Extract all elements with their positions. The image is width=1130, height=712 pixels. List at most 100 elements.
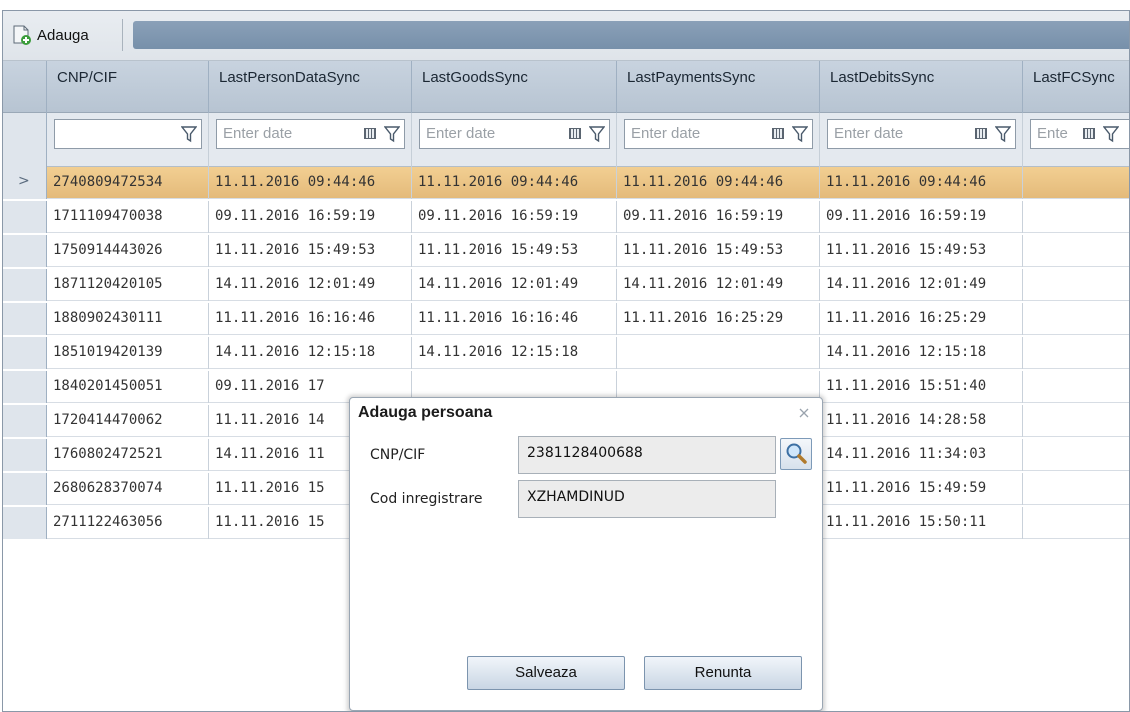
table-cell[interactable]: 09.11.2016 16:59:19 [820, 201, 1023, 233]
row-selector[interactable] [3, 439, 47, 471]
table-cell[interactable]: 11.11.2016 16:25:29 [617, 303, 820, 335]
table-cell[interactable]: 2711122463056 [47, 507, 209, 539]
date-filter-input[interactable]: Enter date [624, 119, 813, 149]
table-cell[interactable]: 11.11.2016 16:16:46 [412, 303, 617, 335]
table-cell[interactable]: 09.11.2016 16:59:19 [412, 201, 617, 233]
table-row[interactable]: 1750914443026 11.11.2016 15:49:53 11.11.20… [3, 235, 1129, 267]
table-cell[interactable]: 11.11.2016 16:25:29 [820, 303, 1023, 335]
table-cell[interactable]: 11.11.2016 09:44:46 [412, 167, 617, 199]
table-cell[interactable]: 11.11.2016 15:49:53 [209, 235, 412, 267]
table-cell[interactable] [1023, 337, 1129, 369]
filter-icon[interactable] [1103, 125, 1119, 143]
row-selector[interactable] [3, 337, 47, 369]
table-cell[interactable]: 11.11.2016 09:44:46 [209, 167, 412, 199]
table-cell[interactable]: 14.11.2016 12:01:49 [209, 269, 412, 301]
table-cell[interactable]: 1851019420139 [47, 337, 209, 369]
filter-icon[interactable] [181, 125, 197, 143]
table-cell[interactable]: 14.11.2016 12:01:49 [412, 269, 617, 301]
cancel-button[interactable]: Renunta [644, 656, 802, 690]
table-cell[interactable]: 1840201450051 [47, 371, 209, 403]
row-selector[interactable]: > [3, 167, 47, 199]
column-header-last-fc-sync[interactable]: LastFCSync [1023, 61, 1129, 113]
cod-field[interactable]: XZHAMDINUD [518, 480, 776, 518]
row-selector[interactable] [3, 473, 47, 505]
save-button[interactable]: Salveaza [467, 656, 625, 690]
table-cell[interactable] [1023, 439, 1129, 471]
row-selector[interactable] [3, 201, 47, 233]
table-cell[interactable]: 11.11.2016 16:16:46 [209, 303, 412, 335]
filter-icon[interactable] [384, 125, 400, 143]
column-header-last-debits-sync[interactable]: LastDebitsSync [820, 61, 1023, 113]
table-cell[interactable]: 1880902430111 [47, 303, 209, 335]
table-cell[interactable]: 14.11.2016 12:15:18 [412, 337, 617, 369]
column-header-last-goods-sync[interactable]: LastGoodsSync [412, 61, 617, 113]
row-selector[interactable] [3, 303, 47, 335]
date-filter-placeholder: Enter date [631, 125, 701, 142]
cnp-field[interactable]: 2381128400688 [518, 436, 776, 474]
calendar-icon[interactable] [975, 128, 987, 139]
row-selector[interactable] [3, 269, 47, 301]
date-filter-input[interactable]: Ente [1030, 119, 1129, 149]
table-cell[interactable]: 14.11.2016 12:15:18 [209, 337, 412, 369]
table-cell[interactable]: 11.11.2016 15:49:53 [617, 235, 820, 267]
date-filter-input[interactable]: Enter date [216, 119, 405, 149]
table-cell[interactable]: 11.11.2016 15:49:53 [412, 235, 617, 267]
calendar-icon[interactable] [1083, 128, 1095, 139]
column-header-last-payments-sync[interactable]: LastPaymentsSync [617, 61, 820, 113]
date-filter-input[interactable]: Enter date [419, 119, 610, 149]
table-cell[interactable]: 1760802472521 [47, 439, 209, 471]
table-cell[interactable] [617, 337, 820, 369]
table-cell[interactable]: 1720414470062 [47, 405, 209, 437]
table-cell[interactable]: 11.11.2016 15:50:11 [820, 507, 1023, 539]
table-cell[interactable]: 11.11.2016 09:44:46 [820, 167, 1023, 199]
table-cell[interactable]: 1871120420105 [47, 269, 209, 301]
column-header-last-person-data-sync[interactable]: LastPersonDataSync [209, 61, 412, 113]
table-cell[interactable]: 11.11.2016 09:44:46 [617, 167, 820, 199]
column-header-cnp[interactable]: CNP/CIF [47, 61, 209, 113]
table-cell[interactable]: 1711109470038 [47, 201, 209, 233]
search-button[interactable] [780, 438, 812, 470]
date-filter-input[interactable]: Enter date [827, 119, 1016, 149]
table-cell[interactable]: 14.11.2016 11:34:03 [820, 439, 1023, 471]
table-cell[interactable] [1023, 167, 1129, 199]
table-cell[interactable]: 1750914443026 [47, 235, 209, 267]
table-row[interactable]: 1880902430111 11.11.2016 16:16:46 11.11.20… [3, 303, 1129, 335]
table-cell[interactable]: 09.11.2016 16:59:19 [617, 201, 820, 233]
filter-icon[interactable] [995, 125, 1011, 143]
table-cell[interactable]: 09.11.2016 16:59:19 [209, 201, 412, 233]
calendar-icon[interactable] [772, 128, 784, 139]
table-row[interactable]: 1871120420105 14.11.2016 12:01:49 14.11.20… [3, 269, 1129, 301]
row-selector[interactable] [3, 405, 47, 437]
add-button[interactable]: Adauga [9, 19, 123, 51]
calendar-icon[interactable] [569, 128, 581, 139]
table-cell[interactable] [1023, 405, 1129, 437]
table-cell[interactable] [1023, 303, 1129, 335]
close-icon[interactable] [798, 407, 810, 419]
cnp-filter-input[interactable] [54, 119, 202, 149]
table-cell[interactable] [1023, 507, 1129, 539]
table-cell[interactable] [1023, 473, 1129, 505]
calendar-icon[interactable] [364, 128, 376, 139]
table-cell[interactable]: 11.11.2016 15:51:40 [820, 371, 1023, 403]
table-cell[interactable]: 11.11.2016 15:49:59 [820, 473, 1023, 505]
table-cell[interactable] [1023, 235, 1129, 267]
add-button-label: Adauga [37, 26, 89, 44]
table-cell[interactable] [1023, 269, 1129, 301]
table-cell[interactable]: 2740809472534 [47, 167, 209, 199]
table-cell[interactable]: 11.11.2016 14:28:58 [820, 405, 1023, 437]
table-row[interactable]: 1711109470038 09.11.2016 16:59:19 09.11.20… [3, 201, 1129, 233]
table-cell[interactable]: 14.11.2016 12:01:49 [820, 269, 1023, 301]
filter-icon[interactable] [589, 125, 605, 143]
table-row[interactable]: 1851019420139 14.11.2016 12:15:18 14.11.20… [3, 337, 1129, 369]
table-cell[interactable]: 2680628370074 [47, 473, 209, 505]
table-cell[interactable]: 14.11.2016 12:01:49 [617, 269, 820, 301]
table-cell[interactable]: 14.11.2016 12:15:18 [820, 337, 1023, 369]
row-selector[interactable] [3, 371, 47, 403]
table-cell[interactable] [1023, 371, 1129, 403]
filter-icon[interactable] [792, 125, 808, 143]
row-selector[interactable] [3, 507, 47, 539]
table-cell[interactable]: 11.11.2016 15:49:53 [820, 235, 1023, 267]
row-selector[interactable] [3, 235, 47, 267]
table-cell[interactable] [1023, 201, 1129, 233]
table-row[interactable]: >2740809472534 11.11.2016 09:44:46 11.11.2… [3, 167, 1129, 199]
